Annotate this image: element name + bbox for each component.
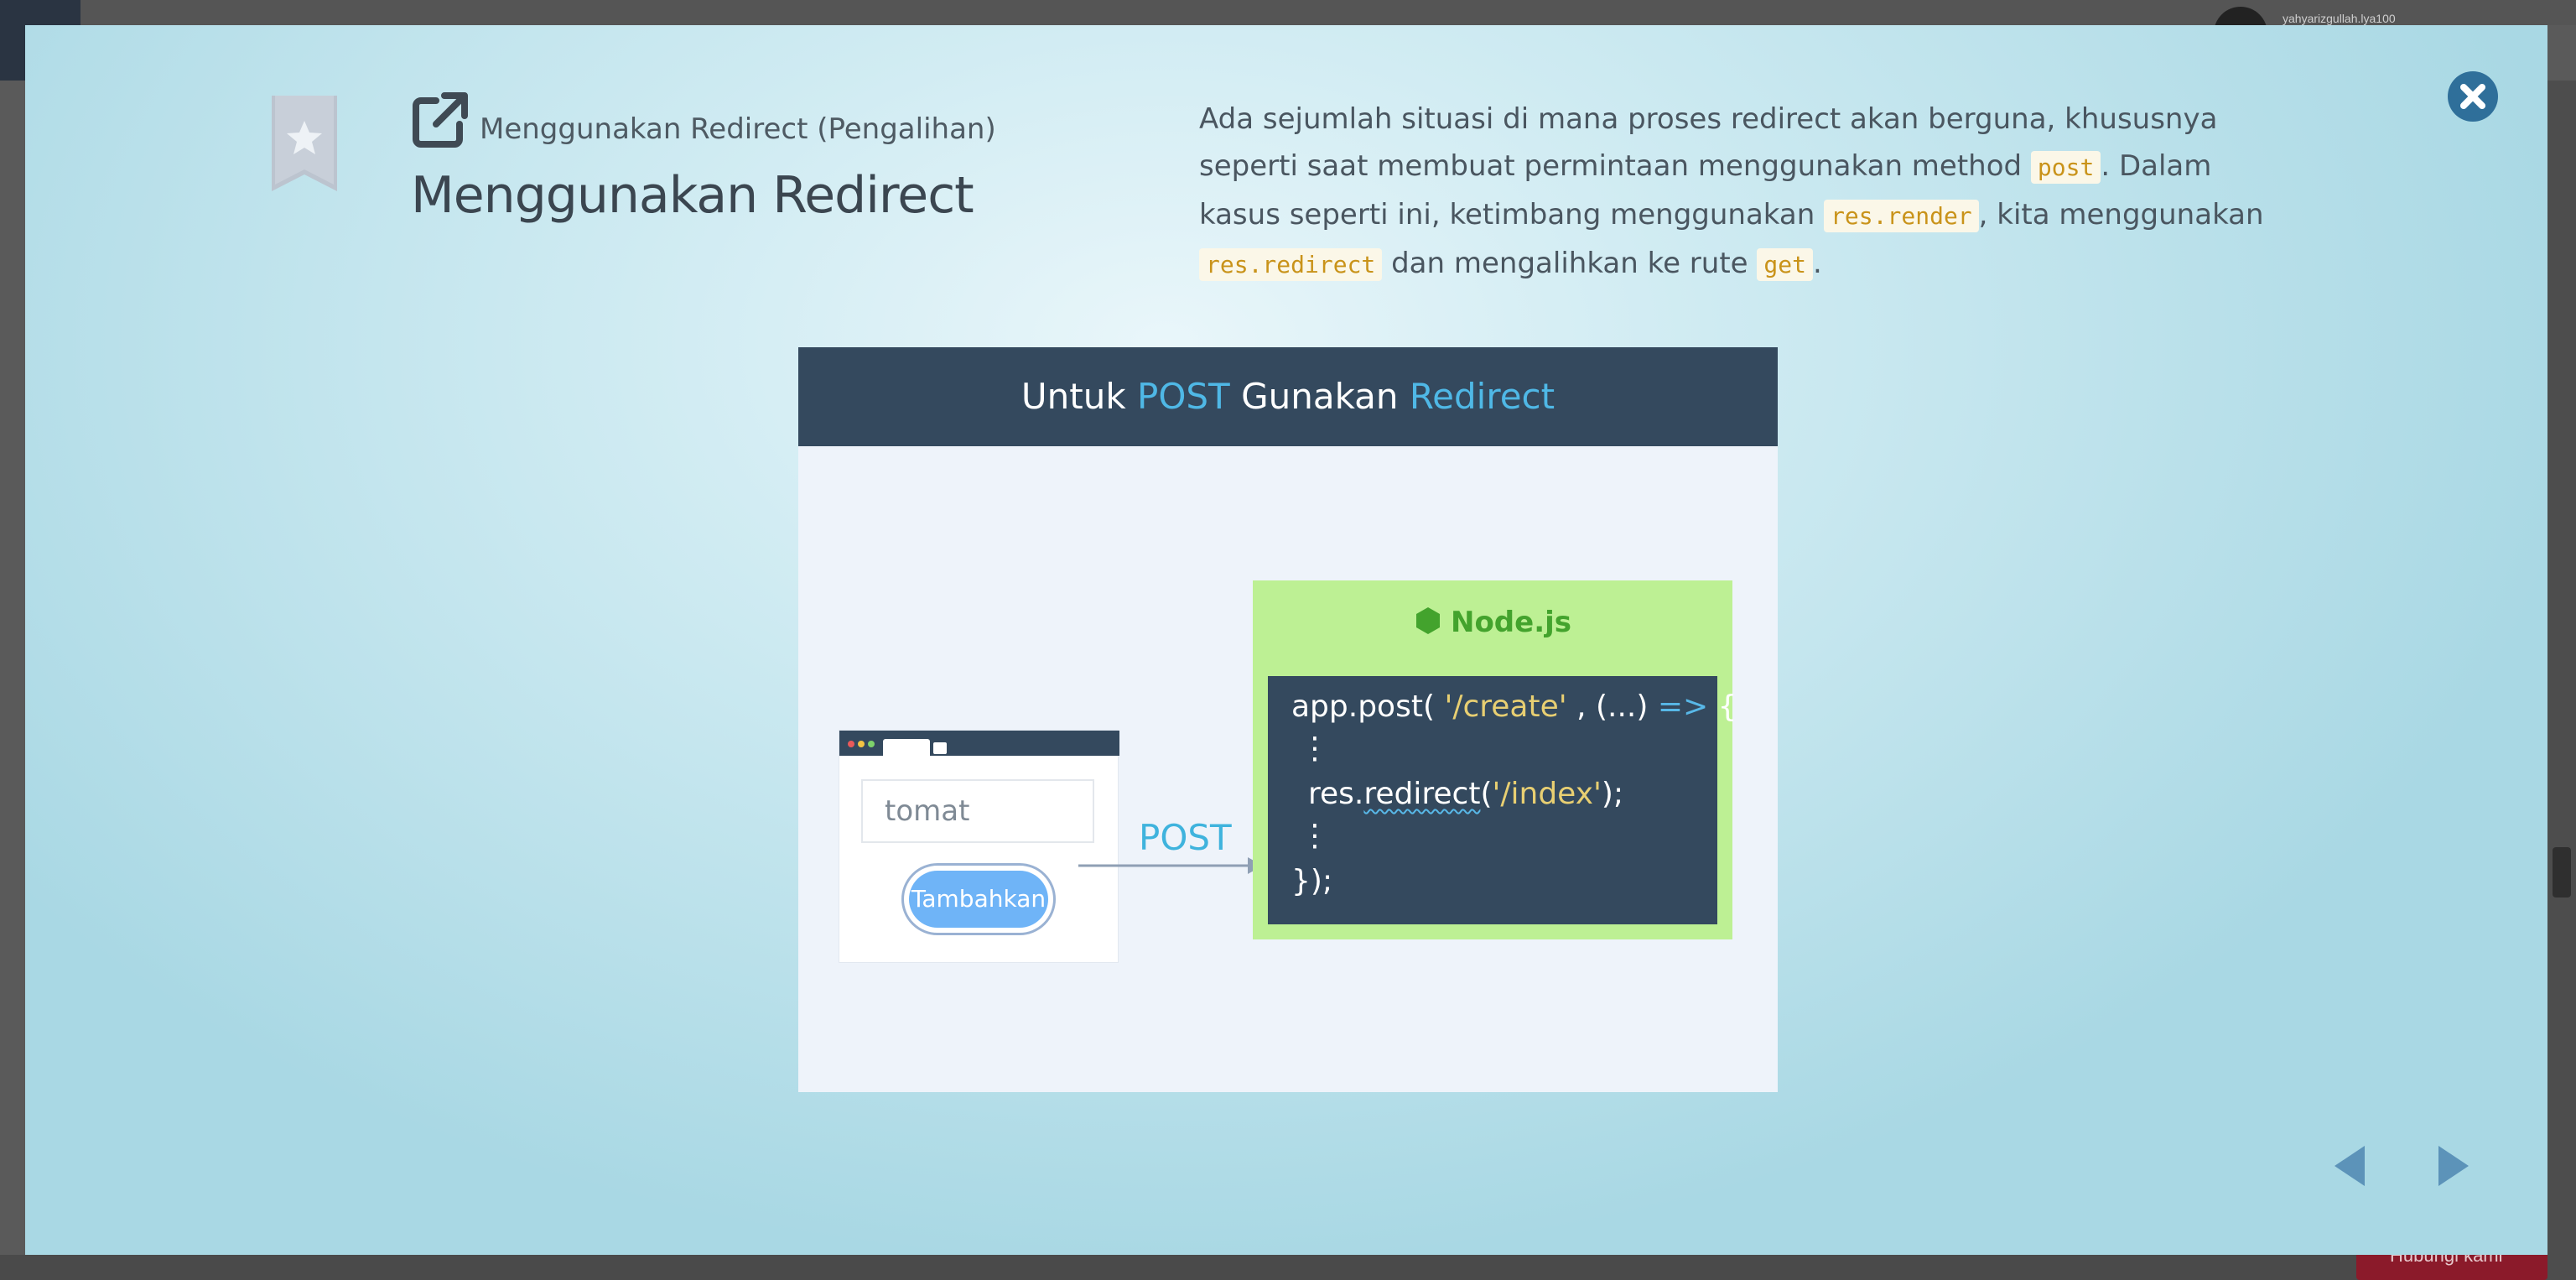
code-string: '/create' (1444, 689, 1567, 724)
code-ellipsis: ⋮ (1300, 731, 1330, 766)
external-link-icon (413, 92, 468, 148)
add-button: Tambahkan (909, 871, 1048, 928)
nodejs-title: Node.js (1253, 606, 1732, 639)
browser-toolbar (839, 731, 1119, 756)
code-token: ); (1601, 777, 1624, 811)
arrow-right-icon[interactable] (2427, 1141, 2477, 1191)
user-name: yahyarizgullah.lya100 (2283, 12, 2396, 25)
lesson-modal: Menggunakan Redirect (Pengalihan) Menggu… (25, 25, 2547, 1255)
inline-code: get (1757, 248, 1813, 281)
inline-code: res.render (1824, 200, 1979, 232)
bookmark-star-icon[interactable] (268, 96, 340, 195)
item-input-value: tomat (885, 794, 970, 828)
code-token: { (1708, 689, 1737, 724)
code-ellipsis: ⋮ (1300, 819, 1330, 853)
slide-illustration: Untuk POST Gunakan Redirect tomat Tambah… (798, 347, 1778, 1092)
nodejs-server-box: Node.js app.post( '/create' , (...) => {… (1253, 580, 1737, 939)
code-string: '/index' (1492, 777, 1602, 811)
browser-mockup: tomat Tambahkan (839, 730, 1119, 963)
code-line: }); (1291, 864, 1333, 898)
slide-title: Untuk POST Gunakan Redirect (798, 347, 1778, 446)
code-function: redirect (1363, 777, 1481, 811)
post-arrow-label: POST (1139, 817, 1232, 858)
browser-new-tab (933, 742, 947, 754)
slide-title-highlight: Redirect (1409, 376, 1555, 417)
lesson-description: Ada sejumlah situasi di mana proses redi… (1199, 96, 2289, 289)
code-block: app.post( '/create' , (...) => { ⋮ res.r… (1268, 676, 1737, 924)
code-token: app.post( (1291, 689, 1445, 724)
page-scrollbar-thumb[interactable] (2553, 847, 2571, 898)
slide-title-highlight: POST (1137, 376, 1230, 417)
description-text: . (1812, 247, 1822, 280)
code-line: res.redirect('/index'); (1308, 777, 1623, 811)
page-scrollbar[interactable] (2547, 81, 2576, 1280)
browser-minimize-dot (858, 741, 865, 747)
background-topbar (0, 0, 2576, 25)
browser-close-dot (848, 741, 854, 747)
inline-code: res.redirect (1199, 248, 1383, 281)
lesson-title: Menggunakan Redirect (411, 166, 974, 225)
code-line: app.post( '/create' , (...) => { (1291, 689, 1737, 724)
description-text: , kita menggunakan (1978, 198, 2264, 232)
code-token: res. (1308, 777, 1364, 811)
arrow-left-icon[interactable] (2326, 1141, 2376, 1191)
add-button-outline: Tambahkan (901, 863, 1056, 935)
arrow-right-icon (1078, 857, 1263, 874)
code-token: ( (1480, 777, 1493, 811)
slide-title-text: Gunakan (1229, 376, 1410, 417)
close-icon[interactable] (2447, 70, 2499, 122)
nodejs-title-text: Node.js (1450, 606, 1572, 639)
slide-title-text: Untuk (1021, 376, 1138, 417)
inline-code: post (2030, 151, 2101, 184)
browser-tab (883, 739, 930, 756)
browser-maximize-dot (868, 741, 875, 747)
description-text: dan mengalihkan ke rute (1382, 247, 1758, 280)
code-token: , (...) (1566, 689, 1658, 724)
nodejs-hexagon-icon (1415, 607, 1440, 634)
code-operator: => (1657, 689, 1709, 724)
chapter-label: Menggunakan Redirect (Pengalihan) (480, 112, 996, 146)
background-bottombar (0, 1255, 2547, 1280)
item-input: tomat (861, 779, 1094, 843)
